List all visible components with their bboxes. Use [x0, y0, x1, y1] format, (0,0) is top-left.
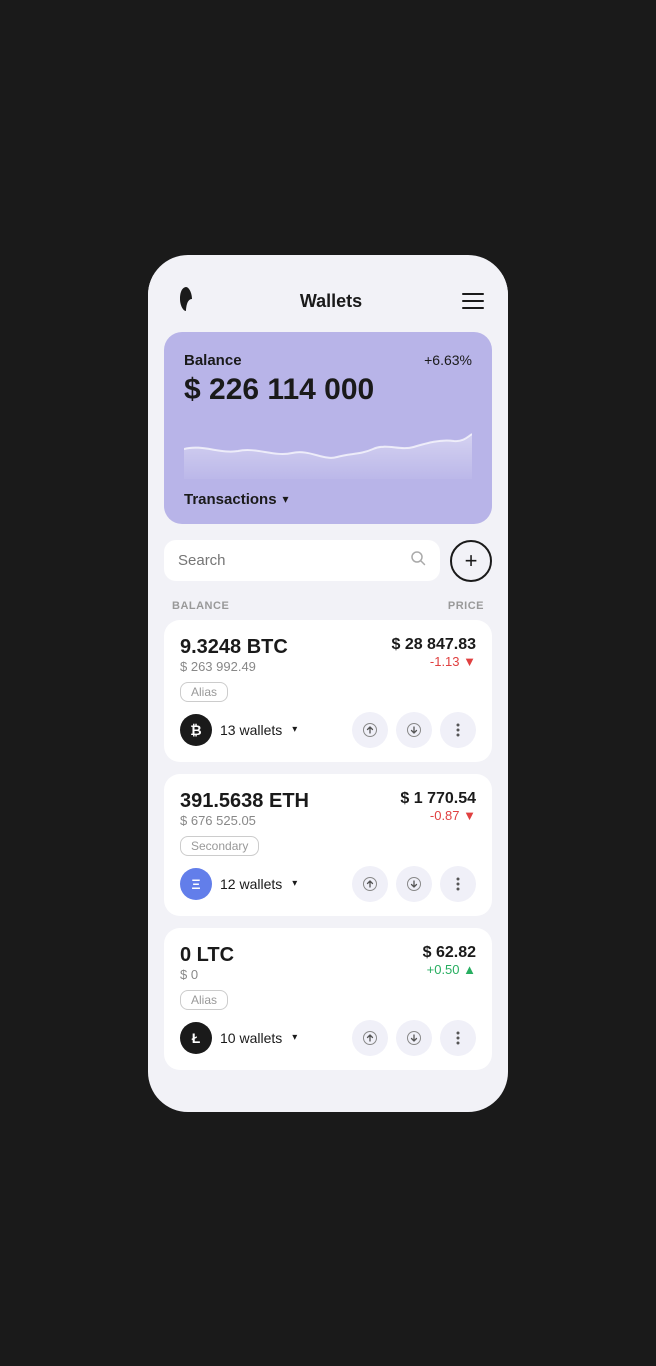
coin-usd-value: $ 0 [180, 967, 234, 982]
balance-label: Balance [184, 352, 242, 369]
coin-amount: 9.3248 BTC [180, 636, 288, 659]
send-button[interactable] [352, 712, 388, 748]
balance-column-label: BALANCE [172, 600, 229, 612]
coin-actions [352, 712, 476, 748]
page-title: Wallets [300, 291, 362, 312]
add-wallet-button[interactable]: + [450, 540, 492, 582]
more-button[interactable] [440, 1020, 476, 1056]
coin-bottom-row: ₿ 13 wallets ▾ [180, 712, 476, 748]
search-icon [410, 550, 426, 571]
search-box[interactable] [164, 540, 440, 581]
coin-amount: 0 LTC [180, 944, 234, 967]
coin-amount: 391.5638 ETH [180, 790, 309, 813]
receive-button[interactable] [396, 1020, 432, 1056]
coin-list: 9.3248 BTC $ 263 992.49 $ 28 847.83 -1.1… [148, 620, 508, 1070]
coin-alias-tag: Alias [180, 682, 228, 702]
coin-actions [352, 866, 476, 902]
search-row: + [164, 540, 492, 582]
coin-price: $ 28 847.83 [391, 636, 476, 654]
coin-price: $ 1 770.54 [400, 790, 476, 808]
transactions-label: Transactions [184, 491, 277, 508]
transactions-button[interactable]: Transactions ▾ [184, 479, 472, 524]
coin-icon: ₿ [180, 714, 212, 746]
price-column-label: PRICE [448, 600, 484, 612]
balance-change: +6.63% [424, 352, 472, 368]
coin-alias-tag: Alias [180, 990, 228, 1010]
coin-card: 0 LTC $ 0 $ 62.82 +0.50 ▲ Alias Ł 10 wal… [164, 928, 492, 1070]
wallets-count[interactable]: 13 wallets [220, 722, 282, 738]
coin-change: -0.87 ▼ [400, 808, 476, 823]
wallets-count[interactable]: 12 wallets [220, 876, 282, 892]
balance-amount: $ 226 114 000 [184, 373, 472, 407]
header: Wallets [148, 275, 508, 332]
logo-icon [172, 285, 200, 318]
transactions-chevron-icon: ▾ [283, 492, 289, 506]
phone-shell: Wallets Balance +6.63% $ 226 114 000 [148, 255, 508, 1112]
coin-icon: Ξ [180, 868, 212, 900]
coin-alias-tag: Secondary [180, 836, 259, 856]
add-icon: + [465, 548, 478, 574]
coin-usd-value: $ 263 992.49 [180, 659, 288, 674]
search-input[interactable] [178, 552, 402, 569]
coin-card: 9.3248 BTC $ 263 992.49 $ 28 847.83 -1.1… [164, 620, 492, 762]
coin-top-row: 391.5638 ETH $ 676 525.05 $ 1 770.54 -0.… [180, 790, 476, 834]
coin-usd-value: $ 676 525.05 [180, 813, 309, 828]
wallets-chevron-icon[interactable]: ▾ [292, 724, 297, 735]
column-labels: BALANCE PRICE [148, 596, 508, 620]
coin-top-row: 0 LTC $ 0 $ 62.82 +0.50 ▲ [180, 944, 476, 988]
wallets-chevron-icon[interactable]: ▾ [292, 878, 297, 889]
receive-button[interactable] [396, 712, 432, 748]
send-button[interactable] [352, 866, 388, 902]
wallets-count[interactable]: 10 wallets [220, 1030, 282, 1046]
balance-card: Balance +6.63% $ 226 114 000 Transaction… [164, 332, 492, 524]
more-button[interactable] [440, 712, 476, 748]
coin-actions [352, 1020, 476, 1056]
wallets-chevron-icon[interactable]: ▾ [292, 1032, 297, 1043]
coin-card: 391.5638 ETH $ 676 525.05 $ 1 770.54 -0.… [164, 774, 492, 916]
more-button[interactable] [440, 866, 476, 902]
menu-button[interactable] [462, 293, 484, 309]
coin-change: +0.50 ▲ [423, 962, 476, 977]
coin-change: -1.13 ▼ [391, 654, 476, 669]
send-button[interactable] [352, 1020, 388, 1056]
coin-icon: Ł [180, 1022, 212, 1054]
coin-top-row: 9.3248 BTC $ 263 992.49 $ 28 847.83 -1.1… [180, 636, 476, 680]
coin-bottom-row: Ł 10 wallets ▾ [180, 1020, 476, 1056]
coin-price: $ 62.82 [423, 944, 476, 962]
coin-bottom-row: Ξ 12 wallets ▾ [180, 866, 476, 902]
receive-button[interactable] [396, 866, 432, 902]
balance-chart [184, 419, 472, 479]
